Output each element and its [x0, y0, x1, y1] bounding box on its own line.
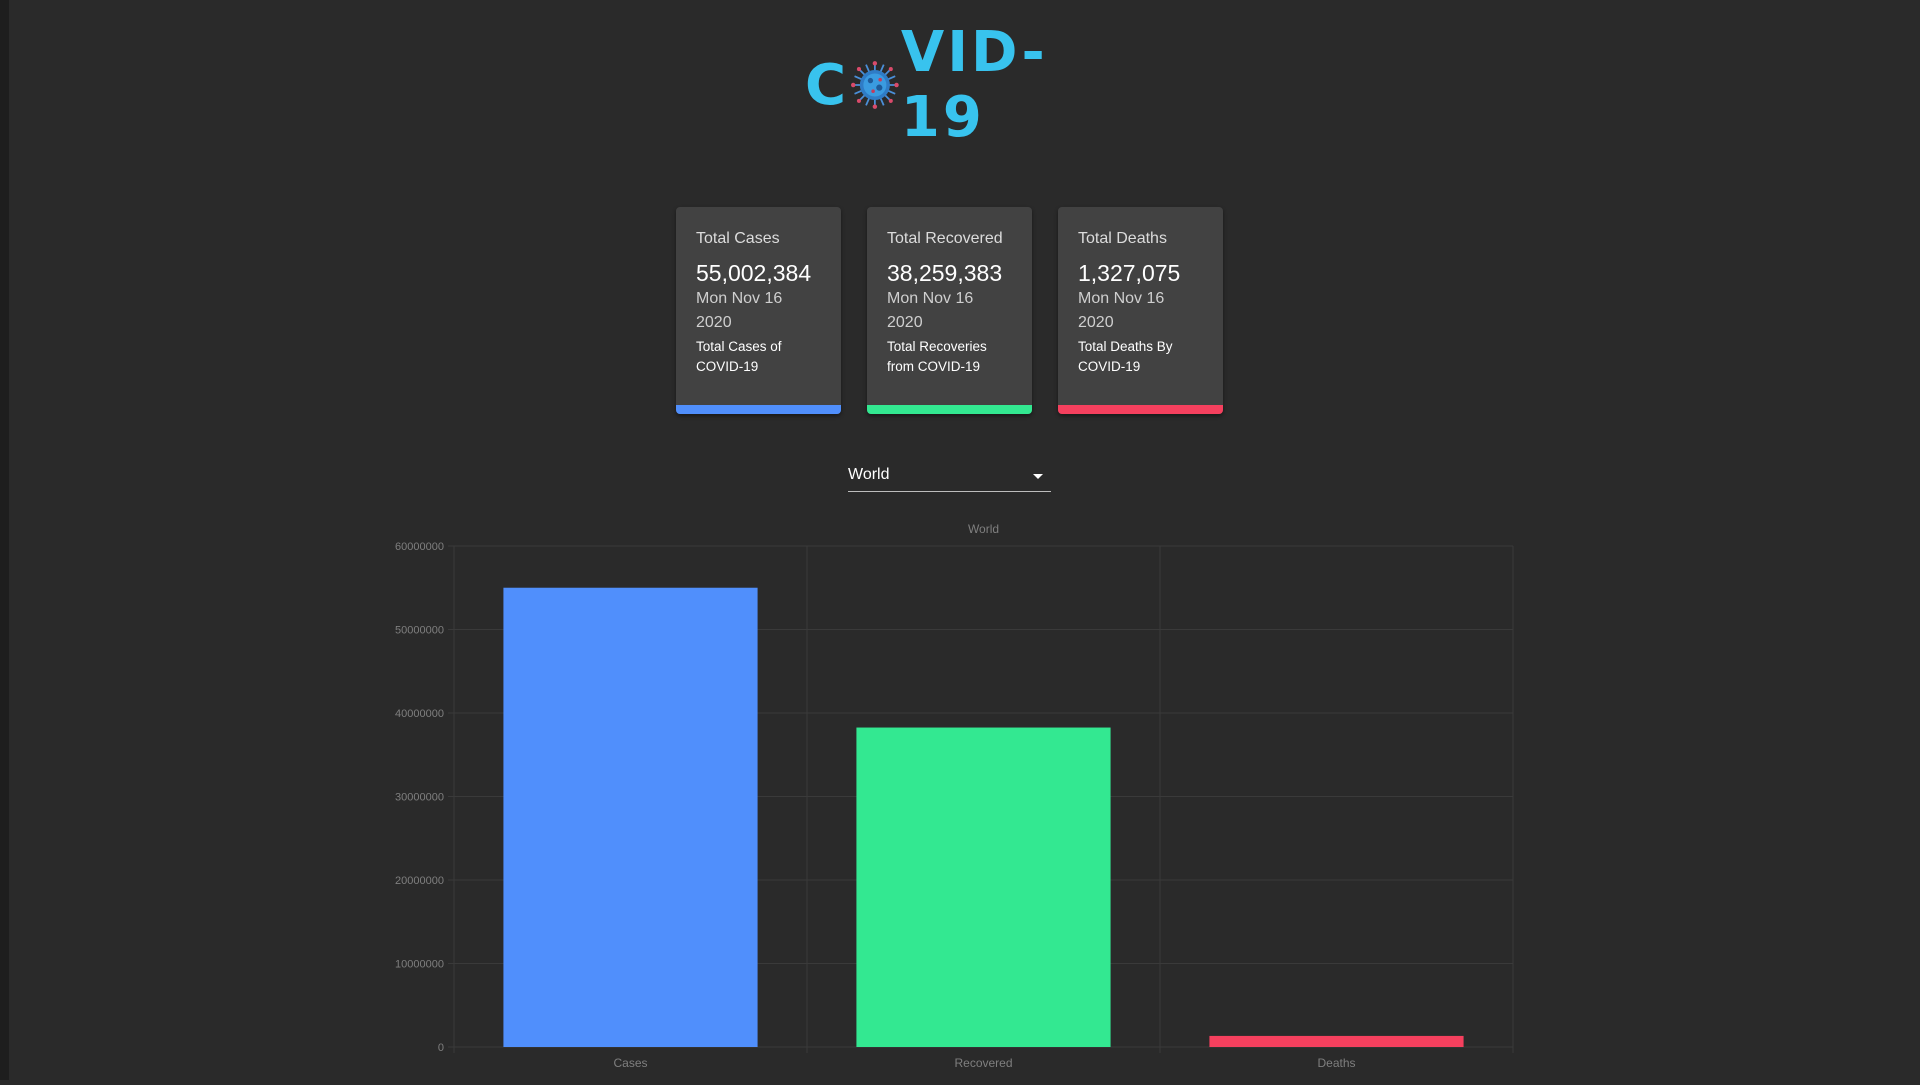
card-date-line1: Mon Nov 16 — [696, 290, 783, 307]
card-desc-line2: from COVID-19 — [887, 359, 981, 374]
card-desc-line1: Total Deaths By — [1078, 339, 1173, 354]
x-tick-label: Recovered — [954, 1056, 1012, 1070]
bar-recovered — [856, 727, 1111, 1047]
card-total-cases: Total Cases 55,002,384 Mon Nov 16 2020 T… — [676, 207, 841, 414]
card-title: Total Cases — [696, 230, 780, 247]
covid-logo: C VID-19 — [805, 20, 1105, 150]
card-title: Total Recovered — [887, 230, 1003, 247]
y-tick-label: 20000000 — [395, 875, 444, 887]
y-tick-label: 0 — [438, 1042, 444, 1054]
x-tick-label: Deaths — [1317, 1056, 1355, 1070]
dropdown-arrow-icon[interactable] — [1033, 474, 1043, 479]
card-desc-line2: COVID-19 — [696, 359, 759, 374]
bar-deaths — [1209, 1035, 1464, 1047]
card-description: Total Deaths By COVID-19 — [1078, 337, 1203, 377]
card-title: Total Deaths — [1078, 230, 1167, 247]
card-description: Total Cases of COVID-19 — [696, 337, 821, 377]
card-date: Mon Nov 16 2020 — [696, 287, 821, 335]
card-accent-bar-cases — [676, 405, 841, 414]
card-total-recovered: Total Recovered 38,259,383 Mon Nov 16 20… — [867, 207, 1032, 414]
y-tick-label: 50000000 — [395, 625, 444, 637]
virus-icon — [851, 61, 899, 109]
card-accent-bar-recovered — [867, 405, 1032, 414]
card-date: Mon Nov 16 2020 — [1078, 287, 1203, 335]
card-date-line1: Mon Nov 16 — [887, 290, 974, 307]
card-value: 55,002,384 — [696, 260, 812, 286]
logo-text: C VID-19 — [805, 20, 1105, 150]
card-date-line2: 2020 — [1078, 314, 1114, 331]
card-date-line2: 2020 — [887, 314, 923, 331]
card-description: Total Recoveries from COVID-19 — [887, 337, 1012, 377]
card-value: 1,327,075 — [1078, 260, 1181, 286]
summary-cards: Total Cases 55,002,384 Mon Nov 16 2020 T… — [676, 207, 1223, 414]
card-desc-line2: COVID-19 — [1078, 359, 1141, 374]
card-desc-line1: Total Cases of — [696, 339, 782, 354]
card-date-line2: 2020 — [696, 314, 732, 331]
chart-svg: World 0 10000000 20000000 30000000 40000000 50… — [395, 522, 1514, 1070]
chart-title: World — [968, 522, 999, 536]
bar-cases — [503, 587, 758, 1047]
card-desc-line1: Total Recoveries — [887, 339, 987, 354]
page-edge — [0, 0, 9, 1080]
y-tick-label: 30000000 — [395, 792, 444, 804]
y-tick-label: 40000000 — [395, 708, 444, 720]
card-date: Mon Nov 16 2020 — [887, 287, 1012, 335]
card-accent-bar-deaths — [1058, 405, 1223, 414]
country-select[interactable]: World — [848, 462, 1051, 492]
card-value: 38,259,383 — [887, 260, 1003, 286]
country-select-value: World — [848, 466, 890, 483]
card-total-deaths: Total Deaths 1,327,075 Mon Nov 16 2020 T… — [1058, 207, 1223, 414]
bar-chart: World 0 10000000 20000000 30000000 40000000 50… — [370, 518, 1520, 1080]
logo-letter-c: C — [805, 52, 850, 118]
x-tick-label: Cases — [613, 1056, 647, 1070]
y-tick-label: 60000000 — [395, 541, 444, 553]
card-date-line1: Mon Nov 16 — [1078, 290, 1165, 307]
y-tick-label: 10000000 — [395, 959, 444, 971]
logo-letters-vid19: VID-19 — [900, 20, 1048, 150]
